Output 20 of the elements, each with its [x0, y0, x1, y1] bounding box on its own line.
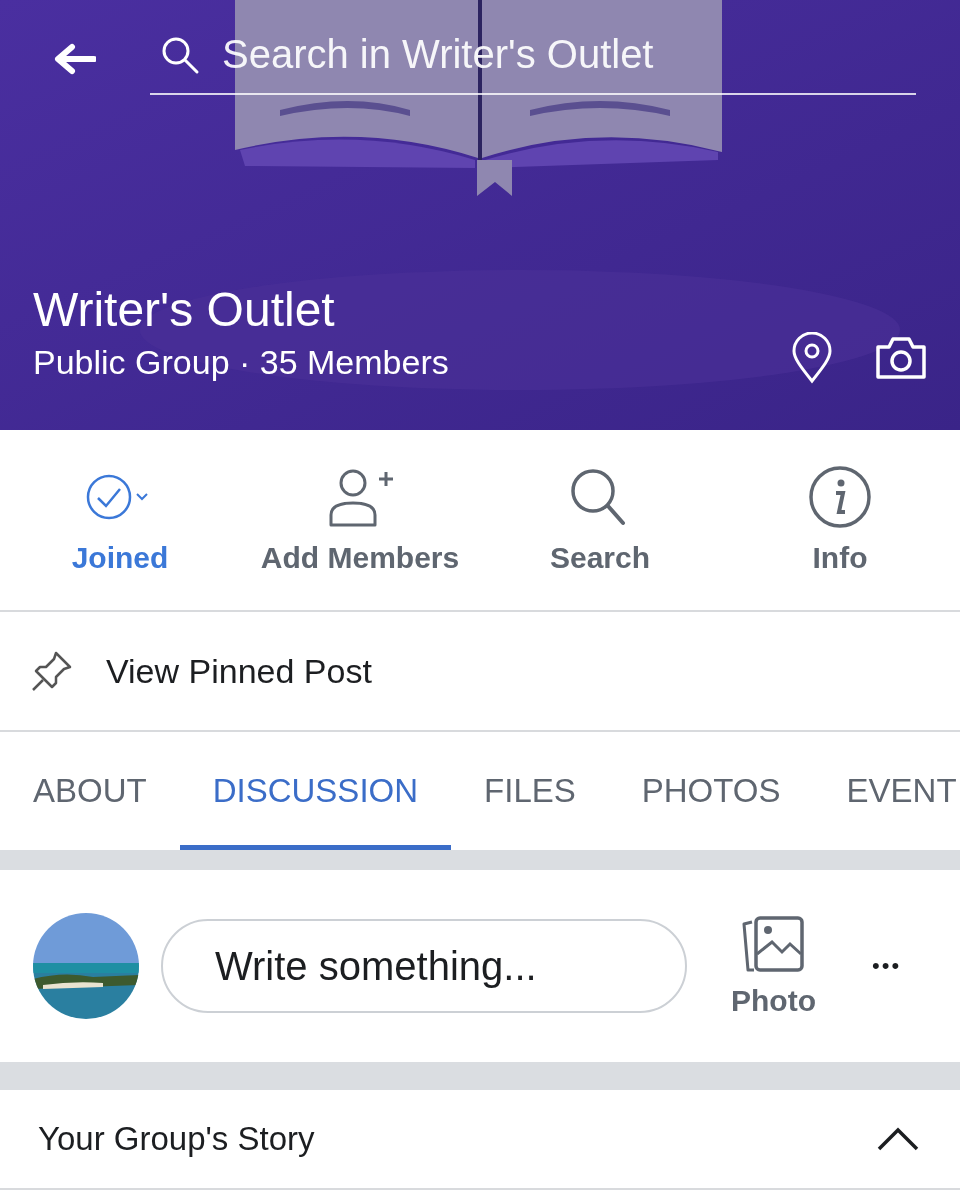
pushpin-icon — [30, 649, 74, 693]
more-options-button[interactable]: ••• — [872, 953, 902, 979]
camera-icon[interactable] — [874, 335, 928, 381]
group-action-button[interactable]: Joined — [0, 430, 240, 610]
tab[interactable]: EVENT — [813, 732, 960, 850]
group-meta: Public Group · 35 Members — [33, 342, 450, 383]
view-pinned-post-link[interactable]: View Pinned Post — [106, 651, 372, 691]
write-something-field[interactable]: Write something... — [161, 919, 687, 1013]
photo-button[interactable]: Photo — [731, 914, 816, 1018]
group-action-button[interactable]: Search — [480, 430, 720, 610]
back-arrow-icon[interactable] — [52, 42, 96, 75]
section-title: Your Group's Story — [38, 1120, 315, 1158]
group-action-button[interactable]: Info — [720, 430, 960, 610]
group-name: Writer's Outlet — [33, 282, 336, 338]
location-pin-icon[interactable] — [790, 332, 834, 384]
chevron-icon[interactable] — [876, 1126, 920, 1152]
tab[interactable]: ABOUT — [0, 732, 180, 850]
group-action-button[interactable]: Add Members — [240, 430, 480, 610]
tab[interactable]: FILES — [451, 732, 609, 850]
tab[interactable]: PHOTOS — [608, 732, 814, 850]
